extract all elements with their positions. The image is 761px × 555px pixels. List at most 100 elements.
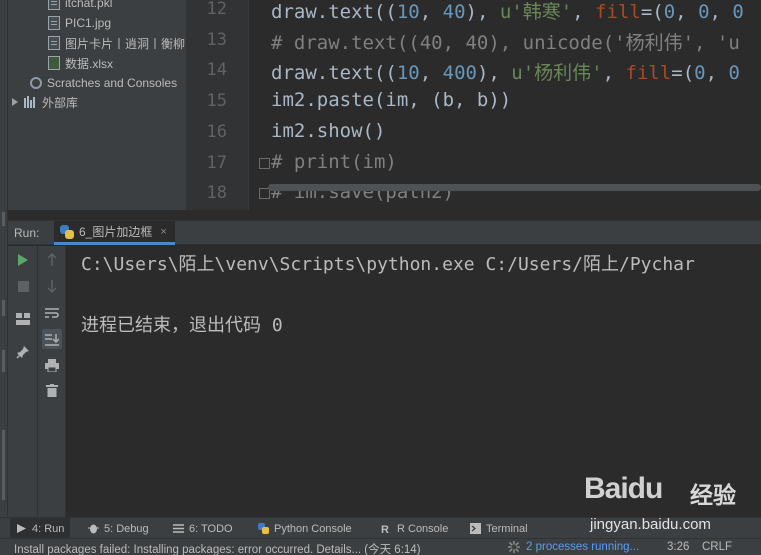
excel-file-icon bbox=[48, 56, 60, 70]
code-line[interactable]: # draw.text((40, 40), unicode('杨利伟', 'u bbox=[271, 28, 740, 55]
layout-icon bbox=[16, 313, 30, 325]
tool-window-terminal[interactable]: Terminal bbox=[470, 518, 528, 539]
tool-window-debug[interactable]: 5: Debug bbox=[88, 518, 149, 539]
library-icon bbox=[24, 96, 37, 108]
python-console-icon bbox=[258, 523, 269, 534]
code-token: , bbox=[675, 1, 699, 23]
soft-wrap-button[interactable] bbox=[42, 303, 62, 323]
console-line-command: C:\Users\陌上\venv\Scripts\python.exe C:/U… bbox=[81, 254, 695, 275]
code-token: 400 bbox=[442, 62, 477, 84]
scroll-up-button[interactable] bbox=[42, 250, 62, 270]
line-number: 17 bbox=[206, 153, 227, 173]
line-number: 15 bbox=[206, 91, 227, 111]
code-line[interactable]: # print(im) bbox=[271, 151, 397, 173]
run-panel-header: Run: 6_图片加边框 × bbox=[8, 220, 761, 245]
print-icon bbox=[45, 358, 59, 372]
tree-item-label: 数据.xlsx bbox=[65, 56, 114, 71]
scratches-icon bbox=[30, 77, 42, 89]
tree-item-scratches[interactable]: Scratches and Consoles bbox=[30, 73, 177, 93]
code-token: 10 bbox=[396, 62, 420, 84]
code-line[interactable]: draw.text((10, 400), u'杨利伟', fill=(0, 0 bbox=[271, 58, 740, 85]
tool-window-r-console[interactable]: R R Console bbox=[381, 518, 448, 539]
code-token: 0 bbox=[728, 62, 740, 84]
tree-item[interactable]: 图片卡片丨逍洞丨衡柳 bbox=[48, 33, 185, 53]
clear-all-button[interactable] bbox=[42, 380, 62, 400]
tool-window-label: 4: Run bbox=[32, 522, 65, 535]
tree-item[interactable]: PIC1.jpg bbox=[48, 13, 111, 33]
stripe-marker bbox=[2, 300, 5, 316]
code-token: , bbox=[602, 62, 626, 84]
code-line[interactable]: im2.paste(im, (b, b)) bbox=[271, 89, 511, 111]
tree-item-external-libraries[interactable]: 外部库 bbox=[12, 92, 78, 112]
expand-arrow-icon[interactable] bbox=[12, 98, 18, 106]
arrow-down-icon bbox=[47, 280, 57, 293]
pin-tab-button[interactable] bbox=[13, 342, 33, 362]
code-token: u'韩寒' bbox=[499, 1, 573, 23]
tool-window-python-console[interactable]: Python Console bbox=[258, 518, 352, 539]
tree-item-label: PIC1.jpg bbox=[65, 16, 112, 30]
code-token: ), bbox=[465, 1, 500, 23]
code-token: ), bbox=[476, 62, 512, 84]
code-line[interactable]: im2.show() bbox=[271, 120, 385, 142]
tool-window-run[interactable]: 4: Run bbox=[10, 518, 71, 539]
run-label: Run: bbox=[14, 226, 40, 240]
spinner-icon bbox=[508, 541, 520, 553]
caret-position[interactable]: 3:26 bbox=[667, 541, 689, 553]
close-icon[interactable]: × bbox=[160, 226, 166, 238]
line-number: 18 bbox=[206, 183, 227, 203]
tool-window-label: Python Console bbox=[274, 522, 352, 535]
tree-item-label: Scratches and Consoles bbox=[47, 76, 178, 90]
code-token: , bbox=[419, 62, 443, 84]
python-icon bbox=[60, 224, 74, 239]
tool-window-label: 5: Debug bbox=[104, 522, 149, 535]
arrow-up-icon bbox=[47, 253, 57, 266]
tool-window-todo[interactable]: 6: TODO bbox=[173, 518, 233, 539]
run-icon bbox=[17, 524, 26, 533]
print-button[interactable] bbox=[42, 355, 62, 375]
code-token: u'杨利伟' bbox=[511, 62, 603, 84]
file-icon bbox=[48, 36, 60, 50]
tree-item[interactable]: 数据.xlsx bbox=[48, 53, 113, 73]
code-line[interactable]: draw.text((10, 40), u'韩寒', fill=(0, 0, 0 bbox=[271, 0, 744, 24]
code-editor[interactable]: 12 13 14 15 16 17 18 draw.text((10, 40),… bbox=[186, 0, 761, 210]
terminal-icon bbox=[470, 523, 481, 534]
rerun-button[interactable] bbox=[13, 250, 33, 270]
scroll-to-end-icon bbox=[45, 333, 59, 346]
code-token: fill bbox=[595, 1, 641, 23]
fold-marker-icon[interactable] bbox=[259, 158, 270, 169]
play-icon bbox=[18, 254, 28, 266]
soft-wrap-icon bbox=[45, 308, 59, 318]
file-icon bbox=[48, 0, 60, 10]
code-token: draw.text(( bbox=[271, 1, 397, 23]
code-token: 0 bbox=[663, 1, 676, 23]
code-token: 0 bbox=[698, 1, 710, 23]
image-file-icon bbox=[48, 16, 60, 30]
status-message[interactable]: Install packages failed: Installing pack… bbox=[14, 541, 421, 555]
stop-button[interactable] bbox=[13, 276, 33, 296]
stripe-marker bbox=[2, 212, 5, 226]
line-separator[interactable]: CRLF bbox=[702, 541, 732, 553]
code-token: , bbox=[419, 1, 443, 23]
tool-window-label: Terminal bbox=[486, 522, 528, 535]
stop-icon bbox=[17, 280, 29, 292]
r-console-icon: R bbox=[381, 524, 389, 534]
scroll-down-button[interactable] bbox=[42, 276, 62, 296]
layout-button[interactable] bbox=[13, 309, 33, 329]
horizontal-scrollbar[interactable] bbox=[268, 184, 761, 191]
tree-item-label: 图片卡片丨逍洞丨衡柳 bbox=[65, 36, 186, 51]
scroll-to-end-button[interactable] bbox=[42, 329, 62, 349]
watermark-url: jingyan.baidu.com bbox=[590, 516, 711, 533]
tree-item[interactable]: itchat.pkl bbox=[48, 0, 112, 13]
code-token: 0 bbox=[732, 1, 744, 23]
tree-item-label: itchat.pkl bbox=[65, 0, 113, 10]
jingyan-label: 经验 bbox=[690, 483, 736, 509]
code-token: , bbox=[709, 1, 733, 23]
run-tab-label: 6_图片加边框 bbox=[79, 225, 153, 239]
background-processes[interactable]: 2 processes running... bbox=[508, 541, 639, 553]
run-toolbar-secondary bbox=[38, 246, 66, 517]
code-token: # draw.text((40, 40), unicode('杨利伟', 'u bbox=[271, 32, 740, 54]
code-token: =( bbox=[671, 62, 695, 84]
run-config-tab[interactable]: 6_图片加边框 × bbox=[54, 221, 175, 245]
baidu-jingyan-watermark: Baidu 经验 jingyan.baidu.com bbox=[584, 472, 761, 538]
run-toolbar-primary bbox=[8, 246, 38, 517]
